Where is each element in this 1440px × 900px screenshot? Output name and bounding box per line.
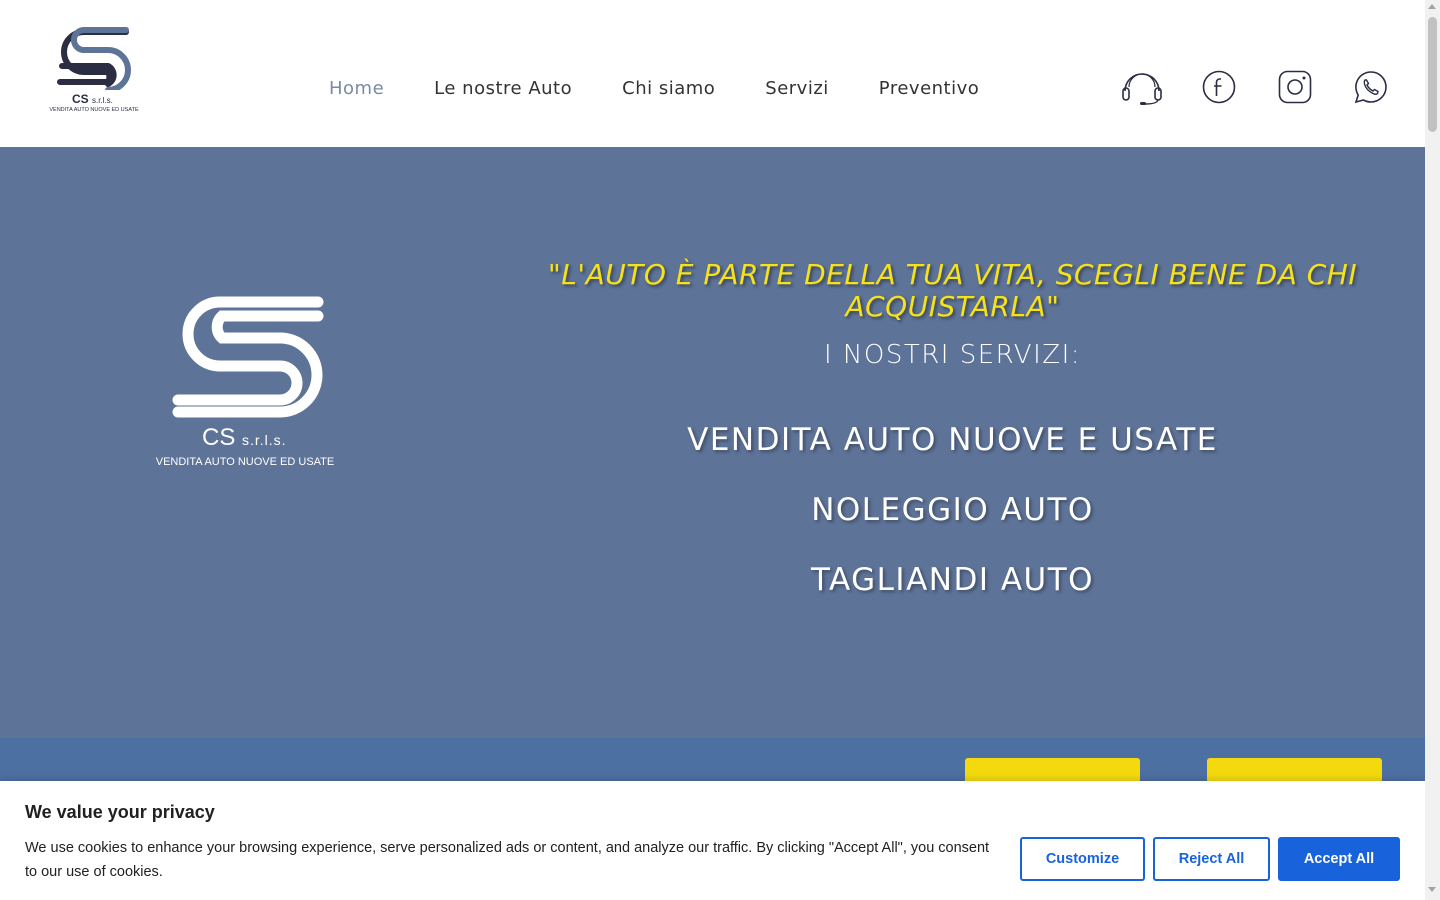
hero-quote: "L'AUTO È PARTE DELLA TUA VITA, SCEGLI B… — [547, 258, 1358, 323]
scroll-down-arrow-icon[interactable] — [1428, 887, 1436, 892]
logo-tagline: VENDITA AUTO NUOVE ED USATE — [49, 107, 139, 113]
hero-section: CS s.r.l.s. VENDITA AUTO NUOVE ED USATE … — [0, 147, 1425, 738]
cs-logo-mark-large — [172, 296, 324, 418]
services-title: I NOSTRI SERVIZI: — [824, 340, 1081, 370]
nav-servizi[interactable]: Servizi — [765, 78, 829, 99]
headset-icon[interactable] — [1121, 70, 1163, 106]
cookie-title: We value your privacy — [25, 802, 215, 822]
cs-logo-mark — [57, 27, 131, 93]
scroll-up-arrow-icon[interactable] — [1428, 4, 1436, 9]
cookie-text: We use cookies to enhance your browsing … — [25, 840, 990, 880]
service-vendita: VENDITA AUTO NUOVE E USATE — [687, 422, 1218, 458]
nav-preventivo[interactable]: Preventivo — [879, 78, 979, 99]
nav-chi-siamo[interactable]: Chi siamo — [622, 78, 715, 99]
nav-home[interactable]: Home — [329, 78, 384, 99]
reject-all-button[interactable]: Reject All — [1153, 837, 1270, 881]
cookie-banner: We value your privacy We use cookies to … — [0, 781, 1425, 900]
page: CS s.r.l.s. VENDITA AUTO NUOVE ED USATE … — [0, 0, 1440, 900]
service-noleggio: NOLEGGIO AUTO — [811, 492, 1094, 528]
logo-name: CS s.r.l.s. — [72, 92, 113, 106]
main-nav: Home Le nostre Auto Chi siamo Servizi Pr… — [329, 78, 1029, 99]
hero-logo-name: CS s.r.l.s. — [202, 424, 287, 451]
header-logo[interactable]: CS s.r.l.s. VENDITA AUTO NUOVE ED USATE — [48, 26, 140, 116]
accept-all-button[interactable]: Accept All — [1278, 837, 1400, 881]
facebook-icon[interactable] — [1202, 70, 1236, 104]
hero-logo-tagline: VENDITA AUTO NUOVE ED USATE — [155, 456, 335, 468]
instagram-icon[interactable] — [1278, 70, 1312, 104]
hero-logo: CS s.r.l.s. VENDITA AUTO NUOVE ED USATE — [150, 292, 340, 472]
customize-button[interactable]: Customize — [1020, 837, 1145, 881]
nav-le-nostre-auto[interactable]: Le nostre Auto — [434, 78, 572, 99]
scroll-thumb[interactable] — [1428, 17, 1437, 132]
whatsapp-icon[interactable] — [1354, 70, 1388, 104]
page-scrollbar[interactable] — [1425, 0, 1440, 900]
service-tagliandi: TAGLIANDI AUTO — [810, 562, 1095, 598]
site-header: CS s.r.l.s. VENDITA AUTO NUOVE ED USATE … — [0, 0, 1425, 147]
